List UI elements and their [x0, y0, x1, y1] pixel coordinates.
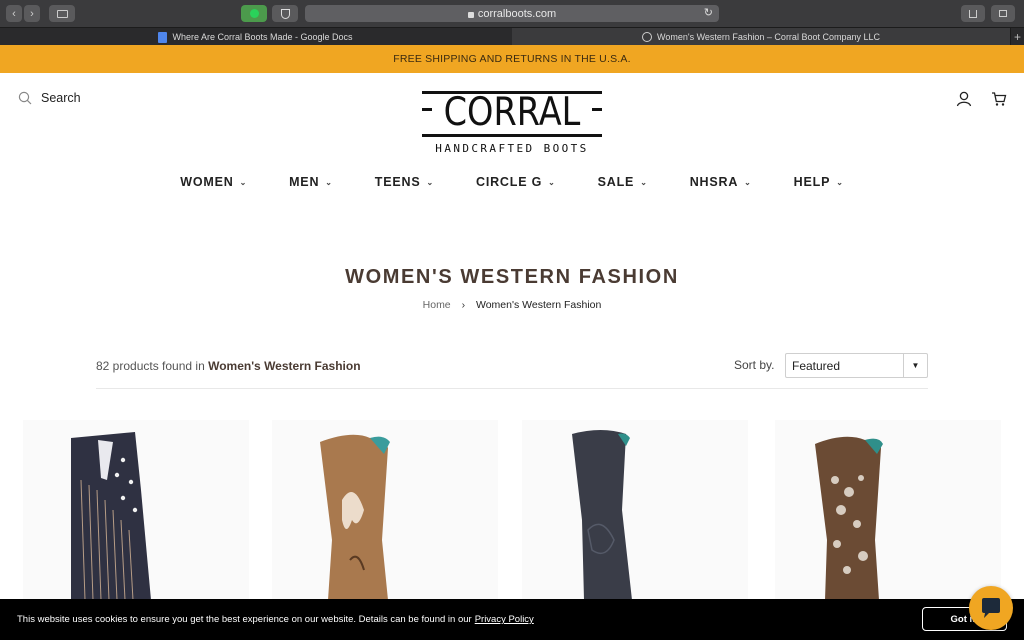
breadcrumb: Home › Women's Western Fashion	[0, 299, 1024, 311]
chevron-down-icon: ⌄	[325, 177, 333, 187]
reload-icon[interactable]: ↻	[704, 6, 713, 19]
product-count: 82 products found in Women's Western Fas…	[96, 359, 361, 373]
share-icon	[969, 9, 977, 18]
tab-label: Where Are Corral Boots Made - Google Doc…	[172, 32, 353, 42]
chevron-down-icon: ⌄	[548, 177, 556, 187]
nav-item-sale[interactable]: SALE ⌄	[598, 175, 648, 189]
share-button[interactable]	[961, 5, 985, 22]
chevron-right-icon: ›	[461, 299, 466, 311]
page-title: WOMEN'S WESTERN FASHION	[345, 266, 679, 288]
chevron-down-icon: ⌄	[426, 177, 434, 187]
caret-down-icon: ▼	[903, 354, 927, 377]
chevron-down-icon: ⌄	[744, 177, 752, 187]
divider	[96, 388, 928, 389]
tabs-icon	[999, 10, 1007, 17]
browser-toolbar: ‹ › corralboots.com ↻	[0, 0, 1024, 27]
cookie-text: This website uses cookies to ensure you …	[17, 614, 472, 625]
sort-label: Sort by.	[734, 358, 775, 372]
tab-label: Women's Western Fashion – Corral Boot Co…	[657, 32, 880, 42]
logo-word: CORRAL	[443, 90, 581, 135]
main-nav: WOMEN ⌄ MEN ⌄ TEENS ⌄ CIRCLE G ⌄ SALE ⌄ NHSRA…	[0, 175, 1024, 189]
privacy-button[interactable]	[272, 5, 298, 22]
nav-item-circle-g[interactable]: CIRCLE G ⌄	[476, 175, 556, 189]
product-card[interactable]	[272, 420, 498, 600]
collection-name: Women's Western Fashion	[208, 359, 361, 373]
chat-widget-button[interactable]	[969, 586, 1013, 630]
nav-item-women[interactable]: WOMEN ⌄	[180, 175, 247, 189]
account-icon[interactable]	[956, 91, 972, 107]
chevron-down-icon: ⌄	[640, 177, 648, 187]
tabs-overview-button[interactable]	[991, 5, 1015, 22]
announcement-bar: FREE SHIPPING AND RETURNS IN THE U.S.A.	[0, 45, 1024, 73]
search-label: Search	[41, 91, 81, 105]
tab-corral[interactable]: Women's Western Fashion – Corral Boot Co…	[512, 28, 1010, 46]
privacy-policy-link[interactable]: Privacy Policy	[475, 614, 534, 625]
breadcrumb-current: Women's Western Fashion	[476, 299, 602, 311]
extension-icon	[249, 9, 259, 18]
sort-value: Featured	[792, 358, 841, 373]
nav-item-nhsra[interactable]: NHSRA ⌄	[690, 175, 752, 189]
boot-image	[815, 436, 883, 600]
site-logo[interactable]: CORRAL HANDCRAFTED BOOTS	[422, 86, 602, 158]
shield-icon	[280, 8, 290, 19]
lock-icon	[467, 11, 474, 18]
nav-item-help[interactable]: HELP ⌄	[794, 175, 844, 189]
sidebar-button[interactable]	[49, 5, 75, 22]
product-grid	[0, 420, 1024, 600]
nav-item-men[interactable]: MEN ⌄	[289, 175, 333, 189]
search-icon	[18, 91, 32, 105]
sidebar-icon	[56, 9, 68, 18]
product-card[interactable]	[522, 420, 748, 600]
chevron-down-icon: ⌄	[239, 177, 248, 187]
google-docs-icon	[158, 31, 168, 43]
new-tab-button[interactable]: +	[1010, 28, 1024, 46]
tab-google-docs[interactable]: Where Are Corral Boots Made - Google Doc…	[0, 28, 511, 46]
nav-item-teens[interactable]: TEENS ⌄	[375, 175, 434, 189]
cookie-banner: This website uses cookies to ensure you …	[0, 599, 1024, 640]
boot-image	[320, 434, 390, 600]
search-button[interactable]: Search	[18, 91, 81, 105]
boot-image	[572, 430, 632, 600]
address-bar[interactable]: corralboots.com ↻	[305, 5, 719, 22]
chevron-down-icon: ⌄	[836, 177, 844, 187]
product-card[interactable]	[775, 420, 1001, 600]
chat-bubble-icon	[982, 598, 1000, 618]
tab-bar: Where Are Corral Boots Made - Google Doc…	[0, 27, 1024, 46]
cart-icon[interactable]	[991, 91, 1007, 107]
url-text: corralboots.com	[477, 7, 557, 20]
site-favicon-icon	[642, 32, 652, 42]
back-button[interactable]: ‹	[6, 5, 22, 22]
forward-button[interactable]: ›	[24, 5, 40, 22]
logo-tagline: HANDCRAFTED BOOTS	[435, 142, 589, 155]
sort-select[interactable]: Featured ▼	[785, 353, 928, 378]
product-card[interactable]	[23, 420, 249, 600]
extension-button[interactable]	[241, 5, 267, 22]
boot-image	[71, 432, 151, 600]
breadcrumb-home[interactable]: Home	[423, 299, 451, 311]
